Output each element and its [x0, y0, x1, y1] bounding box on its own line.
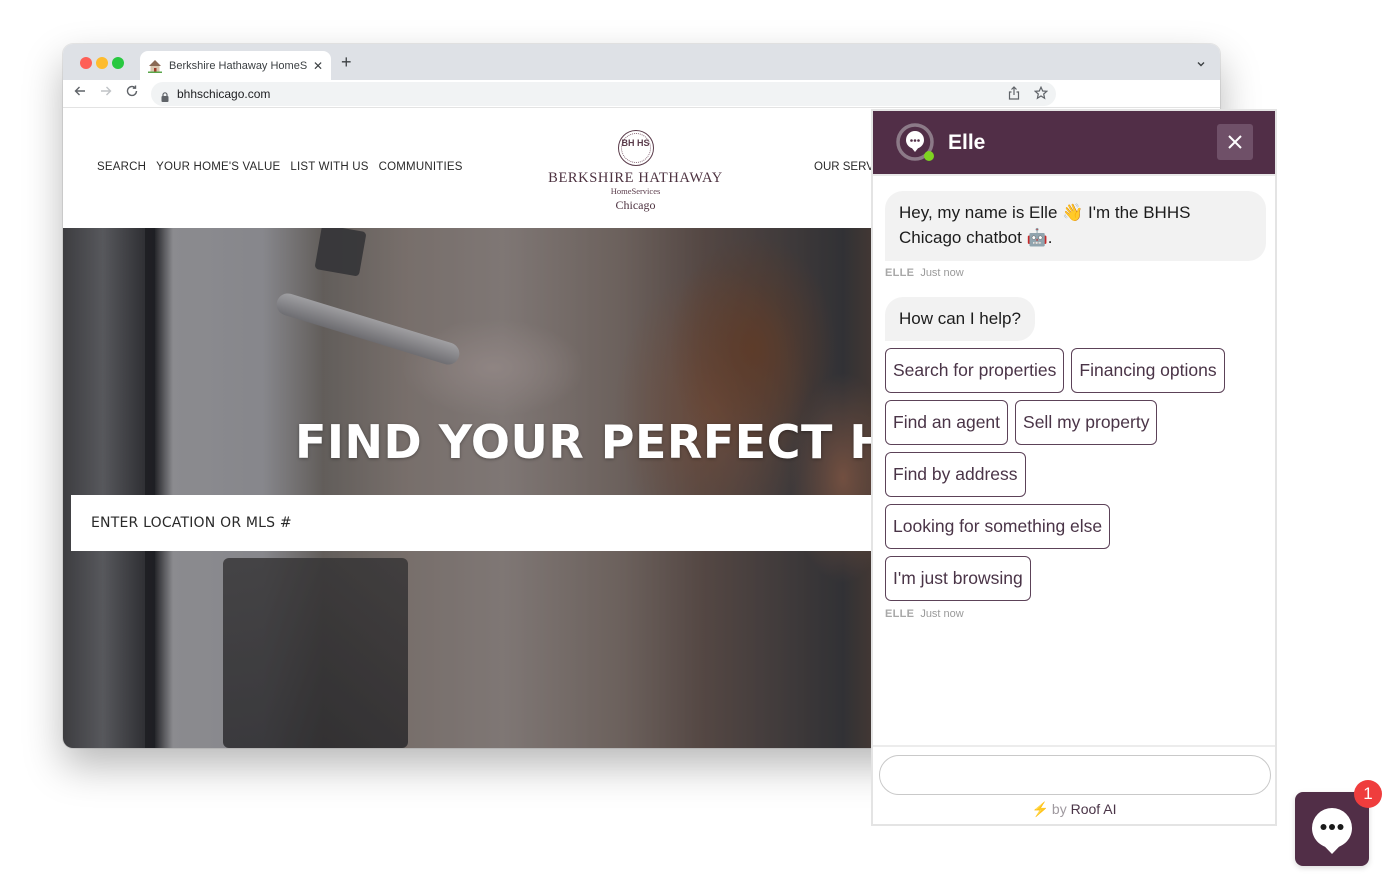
bot-message: Hey, my name is Elle 👋 I'm the BHHS Chic… — [885, 191, 1266, 261]
logo-seal-icon: BH HS — [617, 130, 654, 166]
forward-arrow-icon[interactable] — [99, 84, 113, 102]
tab-bar: Berkshire Hathaway HomeServices Chicago … — [63, 44, 1220, 80]
close-icon — [1228, 135, 1242, 149]
chatbot-name: Elle — [948, 131, 986, 154]
nav-link-list-with-us[interactable]: LIST WITH US — [290, 161, 368, 173]
unread-badge: 1 — [1354, 780, 1382, 808]
bookmark-star-icon[interactable] — [1033, 85, 1049, 105]
nav-link-search[interactable]: SEARCH — [97, 161, 146, 173]
nav-link-our-services[interactable]: OUR SERV — [814, 161, 874, 173]
quick-reply-search-properties[interactable]: Search for properties — [885, 348, 1065, 393]
nav-link-communities[interactable]: COMMUNITIES — [379, 161, 463, 173]
bhhs-logo[interactable]: BH HS BERKSHIRE HATHAWAY HomeServices Ch… — [543, 130, 728, 213]
url-text: bhhschicago.com — [177, 87, 271, 101]
powered-by-prefix: by — [1051, 801, 1067, 817]
message-time: Just now — [920, 608, 964, 620]
minimize-window-button[interactable] — [96, 57, 108, 69]
hero-title: FIND YOUR PERFECT H — [295, 415, 889, 469]
close-chat-button[interactable] — [1217, 124, 1253, 160]
browser-toolbar: bhhschicago.com — [63, 80, 1220, 108]
browser-tab[interactable]: Berkshire Hathaway HomeServices Chicago … — [140, 51, 331, 80]
message-sender: ELLE — [885, 608, 915, 620]
nav-link-home-value[interactable]: YOUR HOME'S VALUE — [156, 161, 280, 173]
tab-search-chevron-icon[interactable] — [1196, 56, 1206, 67]
location-search-input[interactable] — [71, 495, 881, 551]
chat-header: Elle — [873, 111, 1275, 174]
maximize-window-button[interactable] — [112, 57, 124, 69]
main-nav: SEARCH YOUR HOME'S VALUE LIST WITH US CO… — [97, 161, 463, 173]
message-meta: ELLE Just now — [885, 608, 964, 620]
powered-by: ⚡ by Roof AI — [873, 801, 1275, 818]
address-bar[interactable]: bhhschicago.com — [151, 82, 1056, 106]
house-favicon-icon — [148, 59, 162, 73]
quick-reply-find-by-address[interactable]: Find by address — [885, 452, 1026, 497]
quick-reply-just-browsing[interactable]: I'm just browsing — [885, 556, 1031, 601]
new-tab-button[interactable]: + — [341, 52, 352, 73]
chat-message-input[interactable] — [879, 755, 1271, 795]
logo-name: BERKSHIRE HATHAWAY — [548, 170, 723, 186]
chatbot-panel: Elle Hey, my name is Elle 👋 I'm the BHHS… — [871, 109, 1277, 826]
reload-icon[interactable] — [125, 84, 139, 102]
logo-city: Chicago — [615, 198, 656, 212]
close-tab-icon[interactable]: ✕ — [313, 59, 323, 73]
logo-seal-text: BH HS — [621, 138, 650, 148]
chat-messages: Hey, my name is Elle 👋 I'm the BHHS Chic… — [873, 174, 1275, 745]
quick-reply-sell-property[interactable]: Sell my property — [1015, 400, 1158, 445]
lock-icon — [161, 89, 169, 102]
roof-ai-link[interactable]: Roof AI — [1071, 801, 1117, 817]
lightning-bolt-icon: ⚡ — [1031, 801, 1049, 817]
close-window-button[interactable] — [80, 57, 92, 69]
back-arrow-icon[interactable] — [73, 84, 87, 102]
quick-reply-find-agent[interactable]: Find an agent — [885, 400, 1009, 445]
message-sender: ELLE — [885, 267, 915, 279]
chatbot-avatar-icon — [896, 123, 936, 163]
tab-title: Berkshire Hathaway HomeServices Chicago — [169, 59, 307, 72]
bot-message: How can I help? — [885, 297, 1035, 341]
share-icon[interactable] — [1008, 86, 1020, 105]
quick-replies: Search for properties Financing options … — [885, 348, 1270, 608]
quick-reply-something-else[interactable]: Looking for something else — [885, 504, 1111, 549]
screen: Berkshire Hathaway HomeServices Chicago … — [0, 0, 1400, 880]
logo-subtitle: HomeServices — [610, 186, 661, 196]
chat-footer: ⚡ by Roof AI — [873, 745, 1275, 826]
message-meta: ELLE Just now — [885, 267, 964, 279]
quick-reply-financing-options[interactable]: Financing options — [1071, 348, 1225, 393]
message-time: Just now — [920, 267, 964, 279]
